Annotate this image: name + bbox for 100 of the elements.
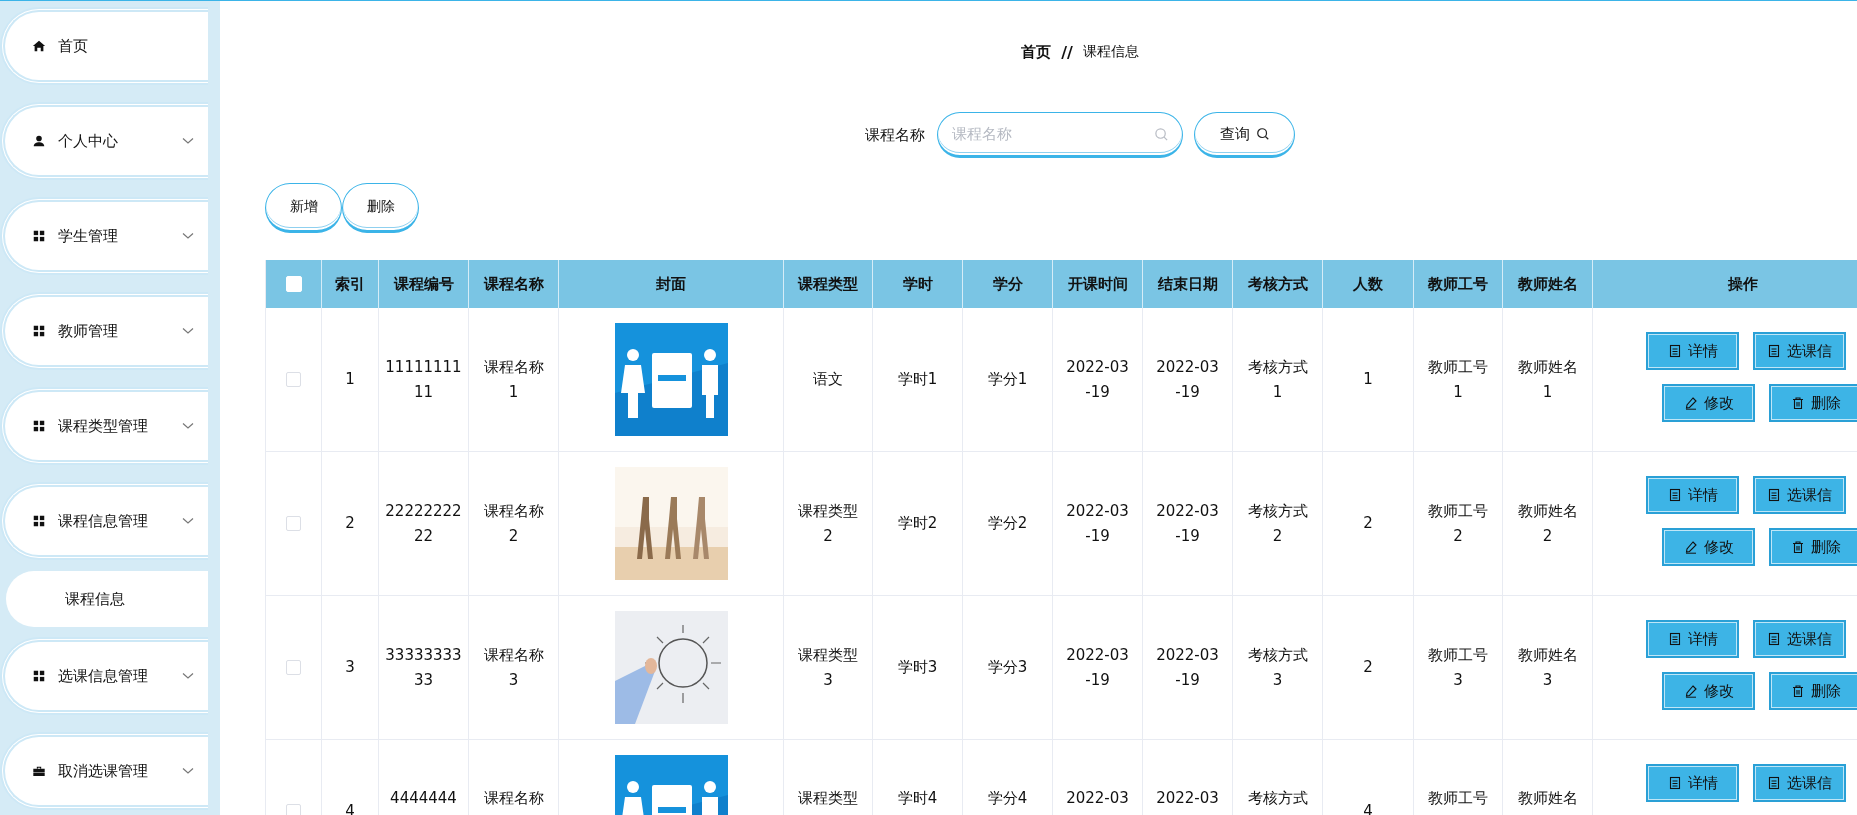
table-cell-text: 考核方式3 bbox=[1246, 644, 1309, 691]
table-cell-text: 教师工号1 bbox=[1427, 356, 1489, 403]
column-header: 学时 bbox=[902, 274, 933, 294]
menu-item[interactable]: 个人中心 bbox=[0, 102, 208, 180]
table-cell-text: 学分4 bbox=[987, 788, 1028, 809]
edit-button[interactable]: 修改 bbox=[1662, 672, 1755, 710]
enrollment-button[interactable]: 选课信 bbox=[1753, 620, 1846, 658]
enrollment-button[interactable]: 选课信 bbox=[1753, 332, 1846, 370]
column-header: 考核方式 bbox=[1247, 274, 1308, 294]
table-cell-text: 教师姓名3 bbox=[1516, 644, 1579, 691]
menu-item[interactable]: 取消选课管理 bbox=[0, 732, 208, 810]
pencil-icon bbox=[1683, 396, 1698, 410]
enrollment-button[interactable]: 选课信 bbox=[1753, 764, 1846, 802]
column-header: 课程编号 bbox=[393, 274, 454, 294]
document-icon bbox=[1767, 344, 1781, 358]
breadcrumb-item[interactable]: 首页 bbox=[1021, 42, 1052, 62]
trash-icon bbox=[1790, 396, 1805, 410]
column-header: 开课时间 bbox=[1067, 274, 1128, 294]
menu-item[interactable]: 学生管理 bbox=[0, 197, 208, 275]
grid-icon bbox=[32, 419, 46, 433]
table-cell-text: 2022-03 bbox=[1066, 788, 1129, 809]
details-button[interactable]: 详情 bbox=[1646, 332, 1739, 370]
grid-icon bbox=[32, 229, 46, 243]
column-header: 课程类型 bbox=[798, 274, 858, 294]
menu-item[interactable]: 首页 bbox=[0, 7, 208, 85]
table-cell-text: 学分3 bbox=[987, 657, 1028, 678]
chevron-icon bbox=[182, 327, 194, 335]
grid-icon bbox=[32, 669, 46, 683]
search-label: 课程名称 bbox=[865, 125, 925, 145]
edit-button[interactable]: 修改 bbox=[1662, 384, 1755, 422]
edit-button[interactable]: 修改 bbox=[1662, 528, 1755, 566]
table-cell-text: 3 bbox=[345, 657, 355, 678]
row-checkbox[interactable] bbox=[286, 660, 301, 675]
table-cell-text: 1 bbox=[1363, 369, 1373, 390]
table-cell-text: 考核方式 bbox=[1247, 788, 1308, 809]
search-icon bbox=[1154, 127, 1169, 142]
table-cell-text: 2022-03-19 bbox=[1155, 356, 1220, 403]
column-header: 人数 bbox=[1353, 274, 1383, 294]
table-cell-text: 2022-03-19 bbox=[1065, 500, 1130, 547]
table-cell-text: 2022-03-19 bbox=[1155, 500, 1220, 547]
chevron-icon bbox=[182, 232, 194, 240]
table-cell-text: 课程名称3 bbox=[482, 644, 545, 691]
column-header: 教师工号 bbox=[1428, 274, 1488, 294]
menu-item[interactable]: 课程类型管理 bbox=[0, 387, 208, 465]
table-cell-text: 1 bbox=[345, 369, 355, 390]
document-icon bbox=[1667, 344, 1682, 358]
chevron-icon bbox=[182, 767, 194, 775]
table-cell-text: 教师工号2 bbox=[1427, 500, 1489, 547]
menu-item[interactable]: 课程信息管理 bbox=[0, 482, 208, 560]
select-all-checkbox[interactable] bbox=[285, 276, 302, 292]
table-cell-text: 课程名称1 bbox=[482, 356, 545, 403]
menu-item[interactable]: 教师管理 bbox=[0, 292, 208, 370]
table-cell-text: 教师姓名2 bbox=[1516, 500, 1579, 547]
delete-button[interactable]: 删除 bbox=[1769, 384, 1857, 422]
document-icon bbox=[1767, 632, 1781, 646]
submenu-item[interactable]: 课程信息 bbox=[6, 571, 208, 627]
details-button[interactable]: 详情 bbox=[1646, 476, 1739, 514]
table-cell-text: 2 bbox=[1363, 657, 1373, 678]
table-cell-text: 课程名称2 bbox=[482, 500, 545, 547]
chevron-icon bbox=[182, 137, 194, 145]
table-cell-text: 2022-03-19 bbox=[1155, 644, 1220, 691]
table-cell-text: 学时1 bbox=[897, 369, 938, 390]
table-cell-text: 3333333333 bbox=[385, 644, 462, 691]
table-cell-text: 学时4 bbox=[897, 788, 938, 809]
document-icon bbox=[1667, 776, 1682, 790]
query-button[interactable]: 查询 bbox=[1194, 112, 1295, 158]
table-cell-text: 教师姓名1 bbox=[1516, 356, 1579, 403]
table-cell-text: 学时3 bbox=[897, 657, 938, 678]
column-header: 操作 bbox=[1727, 274, 1758, 294]
delete-button[interactable]: 删除 bbox=[342, 183, 419, 233]
table-cell-text: 学分1 bbox=[987, 369, 1028, 390]
table-cell-text: 教师工号3 bbox=[1427, 644, 1489, 691]
row-checkbox[interactable] bbox=[286, 516, 301, 531]
table-cell-text: 2022-03-19 bbox=[1065, 356, 1130, 403]
column-header: 学分 bbox=[992, 274, 1023, 294]
delete-button[interactable]: 删除 bbox=[1769, 528, 1857, 566]
table-cell-text: 2 bbox=[345, 513, 355, 534]
table-cell-text: 2222222222 bbox=[385, 500, 462, 547]
column-header: 课程名称 bbox=[483, 274, 544, 294]
column-header: 封面 bbox=[656, 274, 686, 294]
add-button[interactable]: 新增 bbox=[265, 183, 342, 233]
menu-item[interactable]: 选课信息管理 bbox=[0, 637, 208, 715]
row-checkbox[interactable] bbox=[286, 804, 301, 815]
table-cell-text: 语文 bbox=[813, 369, 843, 390]
document-icon bbox=[1767, 488, 1781, 502]
table-cell-text: 课程类型3 bbox=[797, 644, 859, 691]
table-cell-text: 学时2 bbox=[897, 513, 938, 534]
search-icon bbox=[1255, 127, 1270, 141]
row-checkbox[interactable] bbox=[286, 372, 301, 387]
details-button[interactable]: 详情 bbox=[1646, 764, 1739, 802]
enrollment-button[interactable]: 选课信 bbox=[1753, 476, 1846, 514]
delete-button[interactable]: 删除 bbox=[1769, 672, 1857, 710]
chevron-icon bbox=[182, 422, 194, 430]
user-icon bbox=[32, 134, 46, 148]
search-field[interactable]: 课程名称 bbox=[937, 112, 1183, 158]
document-icon bbox=[1667, 632, 1682, 646]
table-cell-text: 2022-03 bbox=[1156, 788, 1219, 809]
details-button[interactable]: 详情 bbox=[1646, 620, 1739, 658]
pencil-icon bbox=[1683, 684, 1698, 698]
trash-icon bbox=[1790, 684, 1805, 698]
